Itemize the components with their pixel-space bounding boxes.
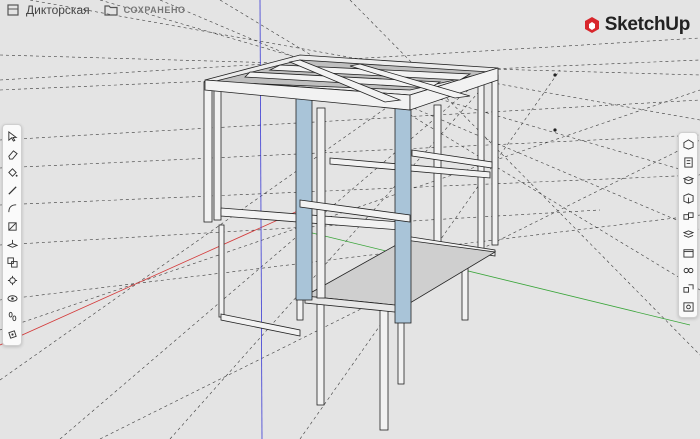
materials-icon[interactable] — [681, 190, 695, 206]
solid-tools-icon[interactable] — [681, 280, 695, 296]
document-title[interactable]: Дикторская — [26, 3, 90, 17]
push-pull-icon[interactable] — [5, 236, 19, 252]
tape-measure-icon[interactable] — [5, 272, 19, 288]
components-icon[interactable] — [681, 172, 695, 188]
collapse-panel-icon[interactable] — [6, 3, 20, 17]
eraser-icon[interactable] — [5, 146, 19, 162]
move-icon[interactable] — [5, 254, 19, 270]
brand-logo: SketchUp — [583, 14, 690, 36]
paint-bucket-icon[interactable] — [5, 164, 19, 180]
instructor-icon[interactable] — [681, 154, 695, 170]
3d-viewport[interactable] — [0, 0, 700, 439]
pencil-line-icon[interactable] — [5, 182, 19, 198]
section-plane-icon[interactable] — [5, 326, 19, 342]
top-bar: Дикторская СОХРАНЕНО — [0, 0, 186, 20]
rectangle-icon[interactable] — [5, 218, 19, 234]
left-toolbar — [2, 124, 22, 346]
folder-icon[interactable] — [104, 3, 118, 17]
sketchup-logo-icon — [584, 17, 599, 33]
footprints-icon[interactable] — [5, 308, 19, 324]
entity-info-icon[interactable] — [681, 136, 695, 152]
brand-name: SketchUp — [604, 14, 691, 35]
styles-icon[interactable] — [681, 208, 695, 224]
display-glasses-icon[interactable] — [681, 262, 695, 278]
model-info-icon[interactable] — [681, 298, 695, 314]
tags-icon[interactable] — [681, 226, 695, 242]
select-arrow-icon[interactable] — [5, 128, 19, 144]
save-status: СОХРАНЕНО — [123, 5, 186, 15]
orbit-icon[interactable] — [5, 290, 19, 306]
arc-icon[interactable] — [5, 200, 19, 216]
scenes-icon[interactable] — [681, 244, 695, 260]
right-toolbar — [678, 132, 698, 318]
